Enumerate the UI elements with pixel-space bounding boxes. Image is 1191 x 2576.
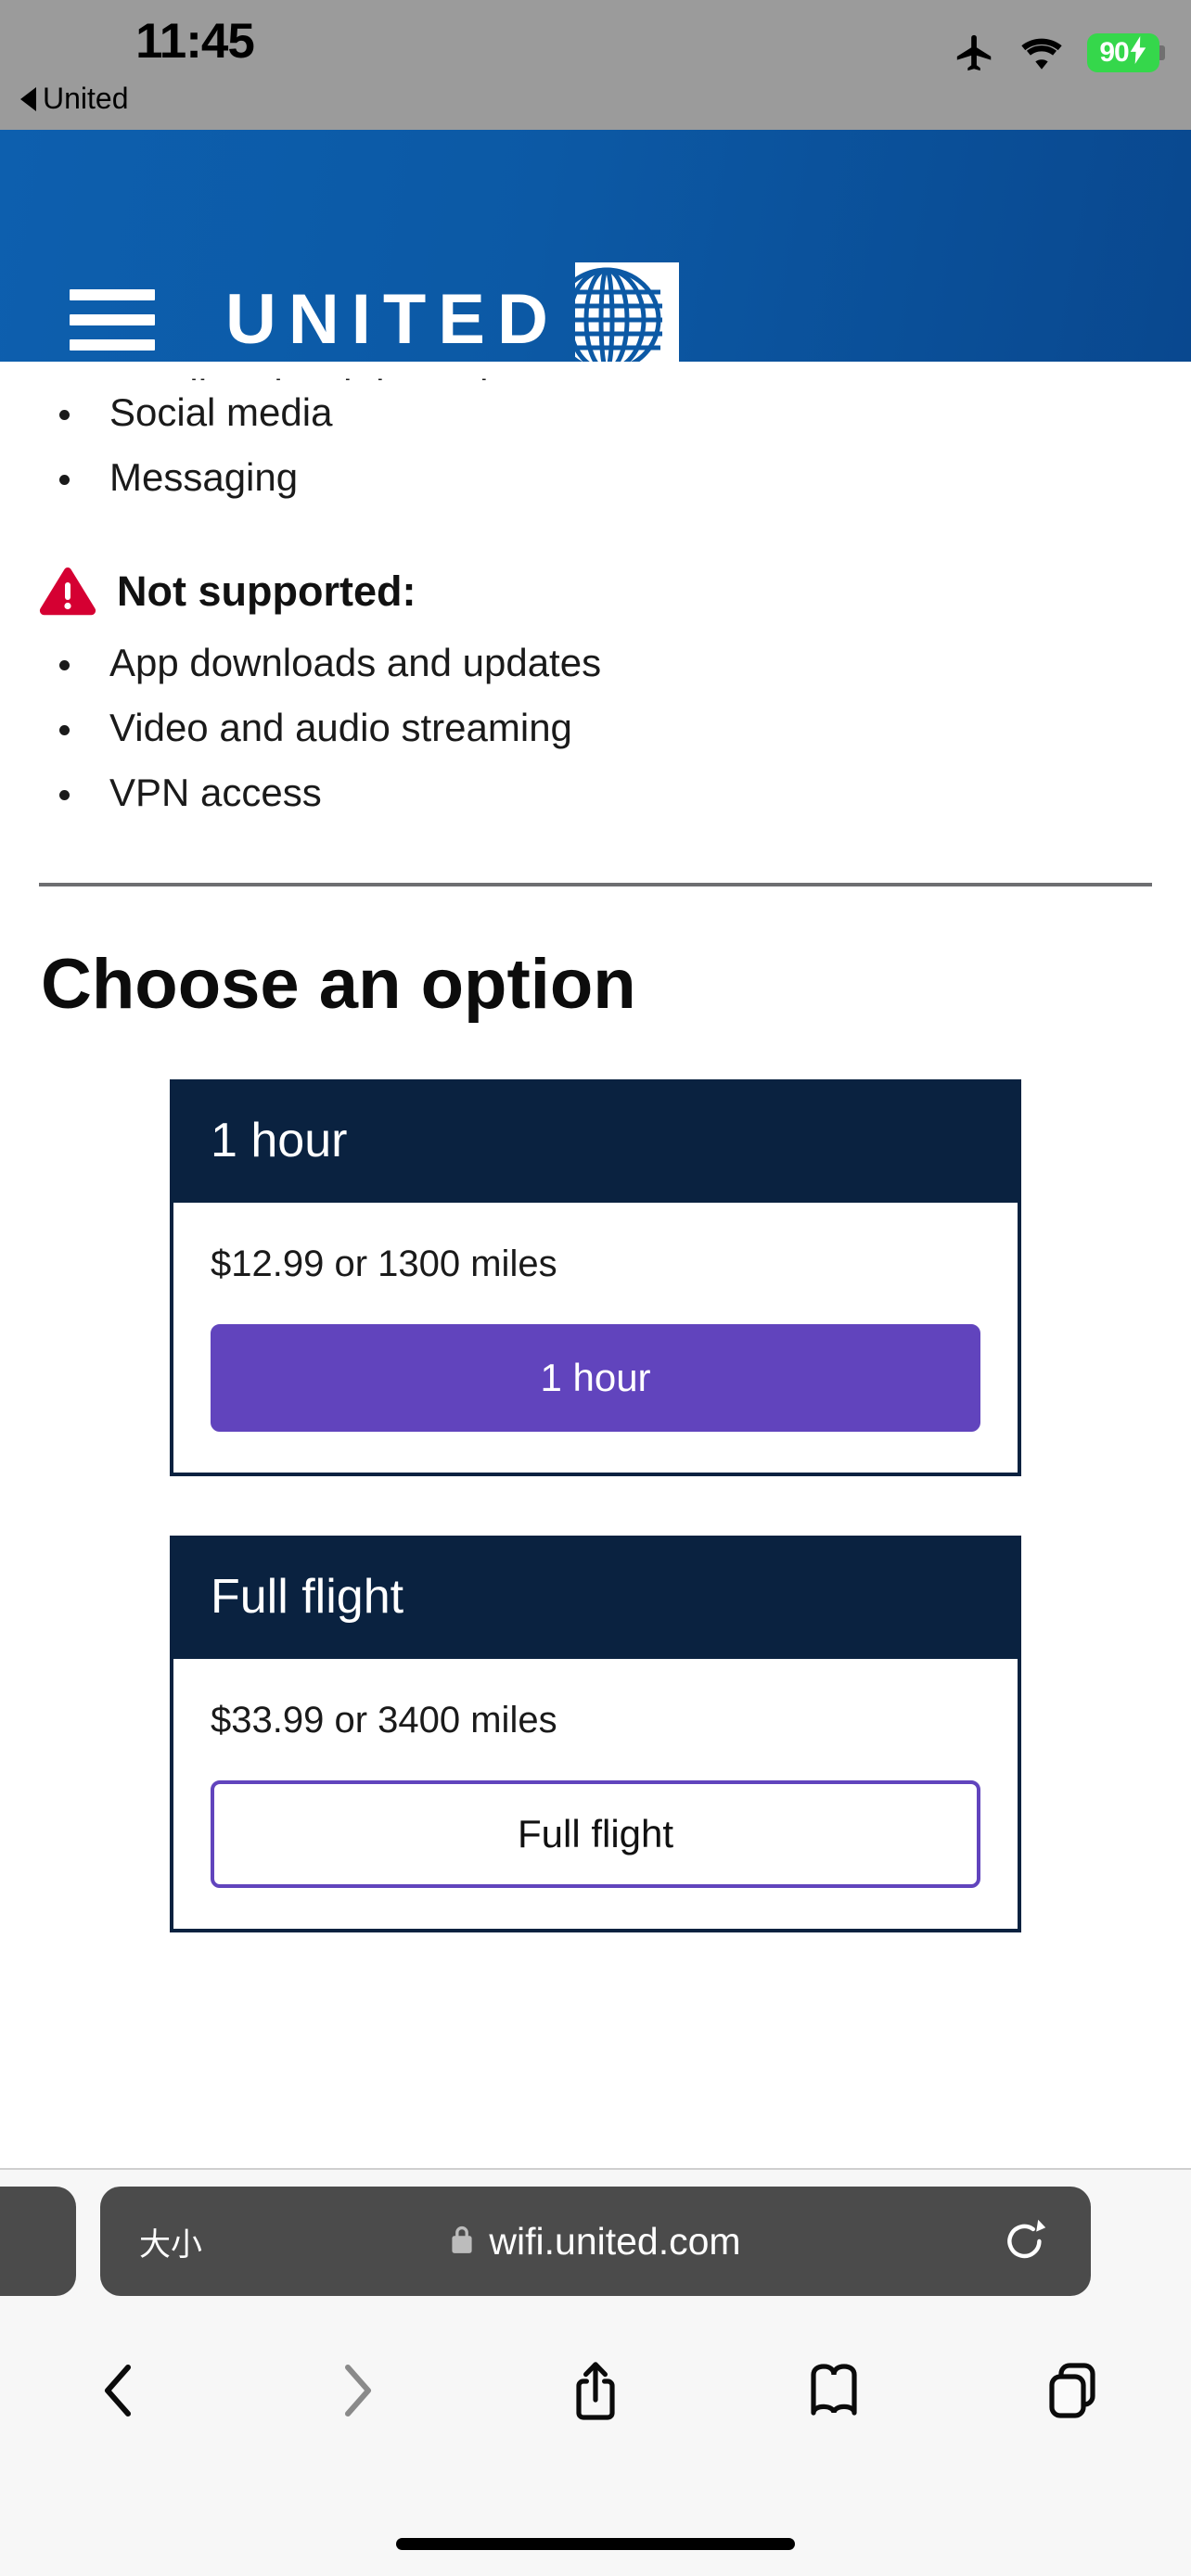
option-card-full-flight[interactable]: Full flight $33.99 or 3400 miles Full fl…	[170, 1535, 1021, 1933]
list-item: VPN access	[0, 760, 1191, 825]
triangle-left-icon	[20, 86, 36, 111]
url-text: wifi.united.com	[489, 2219, 741, 2263]
url-display: wifi.united.com	[100, 2220, 1091, 2264]
card-body: $33.99 or 3400 miles Full flight	[173, 1659, 1018, 1929]
card-title: 1 hour	[173, 1082, 1018, 1203]
page-title: Choose an option	[41, 945, 636, 1024]
chevron-right-icon	[335, 2362, 379, 2424]
lightning-bolt-icon	[1129, 36, 1147, 70]
safari-tab-strip: 大小 wifi.united.com	[0, 2187, 1191, 2296]
tabs-icon	[1047, 2362, 1097, 2424]
battery-percent-label: 90	[1099, 37, 1129, 68]
ios-status-bar: 11:45 90 United	[0, 0, 1191, 130]
chevron-left-icon	[96, 2362, 141, 2424]
adjacent-tab-peek[interactable]	[0, 2187, 76, 2296]
card-title: Full flight	[173, 1538, 1018, 1660]
safari-toolbar	[0, 2337, 1191, 2448]
option-card-1-hour[interactable]: 1 hour $12.99 or 1300 miles 1 hour	[170, 1078, 1021, 1476]
buy-1-hour-button[interactable]: 1 hour	[211, 1323, 980, 1432]
back-button[interactable]	[0, 2362, 238, 2424]
not-supported-heading-row: Not supported:	[0, 566, 1191, 618]
list-item: Video and audio streaming	[0, 695, 1191, 760]
warning-triangle-icon	[39, 566, 96, 618]
bookmarks-button[interactable]	[714, 2363, 953, 2423]
battery-indicator: 90	[1087, 33, 1165, 72]
phone-screen: 11:45 90 United UNITED Social media Mess…	[0, 0, 1191, 2576]
share-icon	[571, 2360, 620, 2426]
share-button[interactable]	[477, 2360, 715, 2426]
card-body: $12.99 or 1300 miles 1 hour	[173, 1203, 1018, 1473]
list-item: App downloads and updates	[0, 631, 1191, 695]
not-supported-heading: Not supported:	[117, 567, 416, 615]
buy-full-flight-button[interactable]: Full flight	[211, 1780, 980, 1889]
united-wordmark[interactable]: UNITED	[225, 285, 560, 355]
back-app-label: United	[43, 82, 129, 115]
status-bar-clock: 11:45	[135, 14, 255, 69]
list-item: Messaging	[0, 445, 1191, 510]
card-price: $12.99 or 1300 miles	[211, 1243, 557, 1284]
card-price: $33.99 or 3400 miles	[211, 1700, 557, 1741]
list-item: Social media	[0, 380, 1191, 445]
united-globe-logo-icon: ®	[574, 262, 690, 362]
lock-icon	[450, 2224, 474, 2260]
reload-icon[interactable]	[1004, 2217, 1046, 2265]
address-bar[interactable]: 大小 wifi.united.com	[100, 2187, 1091, 2296]
home-indicator	[396, 2538, 795, 2550]
battery-body: 90	[1087, 33, 1159, 72]
hamburger-menu-icon[interactable]	[70, 289, 155, 351]
united-site-header: UNITED ®	[0, 130, 1191, 362]
list-item: Email and web browsing	[0, 362, 1191, 380]
tabs-button[interactable]	[953, 2362, 1191, 2424]
supported-activities-list: Email and web browsing Social media Mess…	[0, 362, 1191, 510]
book-icon	[809, 2363, 859, 2423]
wifi-icon	[1018, 34, 1065, 71]
page-content: Email and web browsing Social media Mess…	[0, 362, 1191, 1993]
airplane-icon	[954, 32, 996, 74]
back-to-united-app-link[interactable]: United	[20, 82, 129, 116]
status-bar-indicators: 90	[954, 32, 1165, 74]
safari-bottom-chrome: 大小 wifi.united.com	[0, 2168, 1191, 2576]
battery-cap	[1159, 45, 1165, 60]
forward-button[interactable]	[238, 2362, 477, 2424]
not-supported-list: App downloads and updates Video and audi…	[0, 631, 1191, 825]
option-cards: 1 hour $12.99 or 1300 miles 1 hour Full …	[0, 1022, 1191, 1933]
